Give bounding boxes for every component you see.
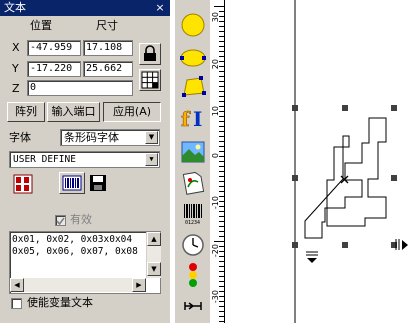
selection-handle[interactable]: [292, 105, 298, 111]
ruler-label: 10: [211, 106, 220, 117]
polygon-tool-icon: [182, 76, 206, 97]
barcode-params-button[interactable]: [12, 174, 34, 194]
selection-handle[interactable]: [342, 105, 348, 111]
selection-handle[interactable]: [292, 242, 298, 248]
font-select[interactable]: 条形码字体 ▼: [60, 129, 160, 146]
scroll-up-icon[interactable]: ▲: [147, 232, 161, 246]
selection-handle[interactable]: [391, 105, 397, 111]
z-field[interactable]: 0: [27, 80, 133, 96]
scale-arrow-down-icon[interactable]: [306, 251, 318, 263]
close-icon[interactable]: ×: [154, 0, 166, 16]
chevron-down-icon[interactable]: ▼: [145, 131, 158, 144]
ellipse-tool-button[interactable]: [178, 10, 208, 40]
position-header: 位置: [30, 19, 52, 32]
variable-text-checkbox[interactable]: [11, 298, 22, 309]
vertical-ruler: 30 20 10 0 -10 -20 -30: [210, 0, 225, 323]
text-vertical-scrollbar[interactable]: ▲ ▼: [146, 232, 161, 278]
barcode-mode-value: USER DEFINE: [13, 154, 76, 165]
svg-text:01234: 01234: [185, 220, 200, 226]
font-params-icon: [13, 174, 33, 194]
barcode-tool-icon: 01234: [184, 204, 202, 226]
barcode-tool-button[interactable]: 01234: [178, 198, 208, 228]
text-tool-icon: f I: [181, 107, 203, 131]
panel-title: 文本: [4, 1, 26, 14]
property-panel: 文本 × 位置 尺寸 X -47.959 17.108 Y -17.220 25…: [0, 0, 170, 323]
text-tool-button[interactable]: f I: [178, 103, 208, 133]
ellipse-flat-tool-icon: [180, 49, 206, 67]
x-label: X: [12, 41, 20, 54]
scroll-right-icon[interactable]: ▶: [132, 278, 146, 292]
font-label: 字体: [9, 131, 31, 144]
clock-tool-icon: [182, 234, 204, 256]
valid-label: 有效: [70, 213, 92, 226]
barcode-mode-select[interactable]: USER DEFINE ▼: [9, 151, 160, 168]
anchor-grid-button[interactable]: [139, 69, 161, 91]
barcode-settings-button[interactable]: [59, 172, 85, 194]
lock-icon: [144, 45, 156, 61]
drawing-toolbar: f I 01234: [174, 0, 211, 323]
canvas-drawing: [292, 0, 408, 323]
text-line: 0x05, 0x06, 0x07, 0x08: [12, 246, 138, 257]
checkmark-icon: [56, 217, 65, 226]
selection-handle[interactable]: [391, 175, 397, 181]
ruler-label: -10: [211, 196, 220, 210]
vector-file-tool-button[interactable]: [178, 168, 208, 198]
anchor-grid-icon: [141, 71, 159, 89]
selection-handle[interactable]: [292, 175, 298, 181]
image-tool-button[interactable]: [178, 137, 208, 167]
size-header: 尺寸: [96, 19, 118, 32]
ruler-label: -30: [211, 290, 220, 304]
chevron-down-icon[interactable]: ▼: [145, 153, 158, 166]
z-label: Z: [12, 82, 20, 95]
scroll-down-icon[interactable]: ▼: [147, 262, 161, 276]
text-horizontal-scrollbar[interactable]: ◀ ▶: [10, 278, 146, 292]
ruler-label: 30: [211, 12, 220, 23]
x-position-field[interactable]: -47.959: [27, 40, 81, 56]
traffic-light-icon: [189, 263, 197, 287]
ruler-label: 0: [211, 153, 220, 159]
io-signal-tool-button[interactable]: [178, 260, 208, 290]
delay-tool-button[interactable]: [178, 292, 208, 322]
image-tool-icon: [181, 141, 205, 163]
delay-tool-icon: [184, 302, 202, 310]
input-port-button[interactable]: 输入端口: [47, 102, 100, 122]
ruler-label: -20: [211, 244, 220, 258]
svg-text:f: f: [181, 107, 191, 131]
vector-file-icon: [182, 171, 205, 195]
ellipse-tool-icon: [181, 13, 205, 37]
clock-tool-button[interactable]: [178, 230, 208, 260]
y-size-field[interactable]: 25.662: [83, 61, 133, 77]
apply-button[interactable]: 应用(A): [103, 102, 161, 122]
selection-handle[interactable]: [342, 242, 348, 248]
text-line: 0x01, 0x02, 0x03x0x04: [12, 234, 133, 245]
x-size-field[interactable]: 17.108: [83, 40, 133, 56]
barcode-icon: [62, 175, 82, 191]
lock-ratio-button[interactable]: [139, 43, 161, 65]
floppy-disk-icon: [90, 175, 106, 191]
y-label: Y: [12, 62, 19, 75]
panel-title-bar: 文本 ×: [0, 0, 170, 16]
ellipse-flat-tool-button[interactable]: [178, 43, 208, 73]
save-button[interactable]: [88, 173, 108, 193]
variable-text-label: 使能变量文本: [27, 296, 93, 309]
font-select-value: 条形码字体: [64, 131, 119, 144]
valid-checkbox[interactable]: [55, 215, 66, 226]
ruler-label: 20: [211, 59, 220, 70]
polygon-tool-button[interactable]: [178, 73, 208, 103]
array-button[interactable]: 阵列: [7, 102, 45, 122]
y-position-field[interactable]: -17.220: [27, 61, 81, 77]
svg-text:I: I: [193, 107, 202, 131]
scroll-left-icon[interactable]: ◀: [10, 278, 24, 292]
scale-arrow-right-icon[interactable]: [395, 239, 408, 250]
